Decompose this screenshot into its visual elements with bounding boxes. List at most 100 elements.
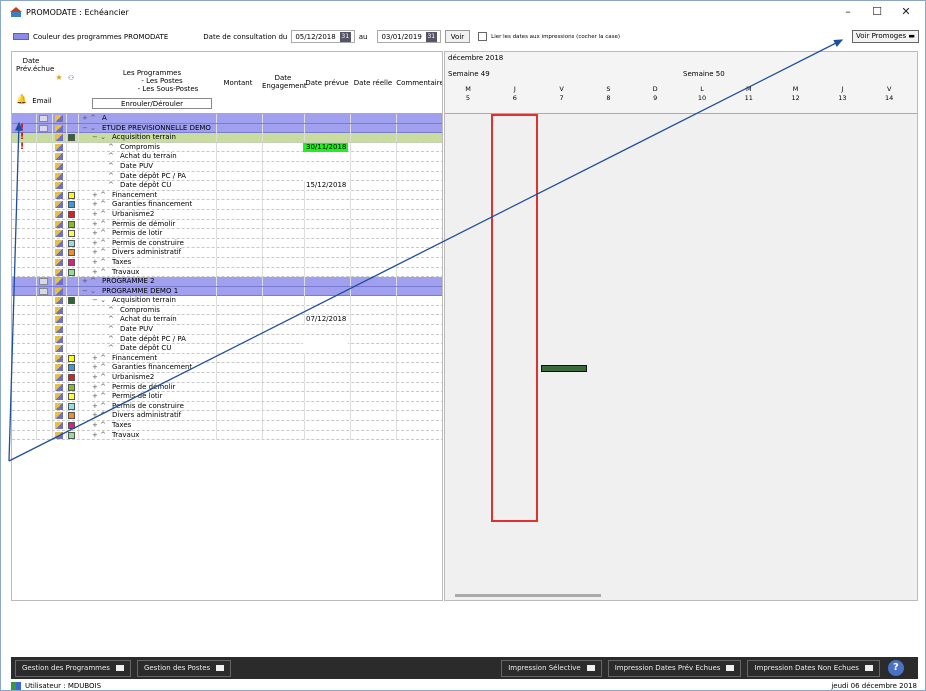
date-prevue-cell[interactable] bbox=[303, 402, 348, 411]
date-prevue-cell[interactable] bbox=[303, 220, 348, 229]
contacts-icon[interactable] bbox=[55, 431, 63, 439]
table-row[interactable]: ^ Date PUV bbox=[12, 325, 442, 335]
contacts-icon[interactable] bbox=[55, 383, 63, 391]
date-prevue-cell[interactable] bbox=[303, 383, 348, 392]
expand-toggle[interactable]: ^ bbox=[108, 143, 114, 152]
contacts-icon[interactable] bbox=[55, 326, 63, 334]
expand-toggle[interactable]: + ^ bbox=[92, 239, 106, 248]
expand-toggle[interactable]: + ^ bbox=[92, 363, 106, 372]
contacts-icon[interactable] bbox=[55, 239, 63, 247]
table-row[interactable]: + ^ Permis de lotir bbox=[12, 229, 442, 239]
expand-toggle[interactable]: + ^ bbox=[92, 229, 106, 238]
expand-toggle[interactable]: + ^ bbox=[92, 191, 106, 200]
expand-toggle[interactable]: + ^ bbox=[92, 248, 106, 257]
date-prevue-cell[interactable] bbox=[303, 210, 348, 219]
impression-prev-echues-button[interactable]: Impression Dates Prév Echues bbox=[607, 659, 742, 677]
date-prevue-cell[interactable] bbox=[303, 133, 348, 142]
table-row[interactable]: + ^ Taxes bbox=[12, 257, 442, 268]
table-row[interactable]: + ^ Financement bbox=[12, 190, 442, 201]
expand-toggle[interactable]: ^ bbox=[108, 315, 114, 324]
date-prevue-cell[interactable] bbox=[303, 363, 348, 372]
expand-toggle[interactable]: − ⌄ bbox=[82, 287, 96, 296]
help-icon[interactable]: ? bbox=[887, 660, 904, 676]
table-row[interactable]: + ^ Garanties financement bbox=[12, 200, 442, 210]
table-row[interactable]: + ^ PROGRAMME 2 bbox=[12, 277, 442, 287]
gantt-horizontal-scrollbar[interactable] bbox=[445, 590, 917, 600]
gantt-bar-achat-terrain[interactable] bbox=[541, 365, 587, 372]
date-prevue-cell[interactable] bbox=[303, 431, 348, 440]
table-row[interactable]: ! − ⌄ ETUDE PREVISIONNELLE DEMO bbox=[12, 123, 442, 134]
date-prevue-cell[interactable] bbox=[303, 161, 348, 171]
impression-selective-button[interactable]: Impression Sélective bbox=[501, 659, 602, 677]
scrollbar-thumb[interactable] bbox=[455, 594, 601, 597]
date-from-field[interactable]: 05/12/2018 31 bbox=[291, 30, 355, 43]
table-row[interactable]: + ^ Urbanisme2 bbox=[12, 373, 442, 383]
montant-header[interactable]: Montant bbox=[216, 79, 260, 87]
date-prevue-cell[interactable] bbox=[303, 258, 348, 267]
date-prevue-cell[interactable] bbox=[303, 296, 348, 305]
contacts-icon[interactable] bbox=[55, 210, 63, 218]
contacts-icon[interactable] bbox=[55, 134, 63, 142]
contacts-icon[interactable] bbox=[55, 278, 63, 286]
expand-toggle[interactable]: + ^ bbox=[82, 277, 96, 286]
expand-toggle[interactable]: ^ bbox=[108, 152, 114, 161]
table-row[interactable]: + ^ Divers administratif bbox=[12, 411, 442, 421]
date-prevue-cell[interactable] bbox=[303, 114, 348, 123]
date-reelle-header[interactable]: Date réelle bbox=[350, 79, 396, 87]
date-prevue-cell[interactable] bbox=[303, 239, 348, 248]
date-prevue-cell[interactable] bbox=[303, 325, 348, 335]
expand-toggle[interactable]: + ^ bbox=[82, 114, 96, 123]
expand-toggle[interactable]: + ^ bbox=[92, 258, 106, 267]
table-row[interactable]: + ^ Permis de démolir bbox=[12, 382, 442, 393]
contacts-icon[interactable] bbox=[55, 268, 63, 276]
expand-toggle[interactable]: + ^ bbox=[92, 220, 106, 229]
table-row[interactable]: + ^ A bbox=[12, 114, 442, 124]
date-prevue-cell[interactable] bbox=[303, 152, 348, 162]
contacts-icon[interactable] bbox=[55, 364, 63, 372]
table-row[interactable]: + ^ Travaux bbox=[12, 267, 442, 278]
contacts-icon[interactable] bbox=[55, 297, 63, 305]
expand-toggle[interactable]: + ^ bbox=[92, 402, 106, 411]
expand-toggle[interactable]: ^ bbox=[108, 325, 114, 334]
table-row[interactable]: + ^ Permis de construire bbox=[12, 401, 442, 412]
date-prevue-cell[interactable] bbox=[303, 411, 348, 420]
table-row[interactable]: ^ Date dépôt PC / PA bbox=[12, 334, 442, 345]
date-prevue-header[interactable]: Date prévue bbox=[304, 79, 350, 87]
expand-toggle[interactable]: + ^ bbox=[92, 268, 106, 277]
table-row[interactable]: + ^ Urbanisme2 bbox=[12, 209, 442, 220]
table-row[interactable]: − ⌄ Acquisition terrain bbox=[12, 296, 442, 306]
date-prevue-cell[interactable] bbox=[303, 334, 348, 344]
contacts-icon[interactable] bbox=[55, 201, 63, 209]
date-prevue-cell[interactable]: 30/11/2018 bbox=[303, 142, 348, 152]
date-prevue-cell[interactable] bbox=[303, 229, 348, 238]
voir-promoges-button[interactable]: Voir Promoges ▬ bbox=[852, 30, 920, 43]
date-prevue-cell[interactable] bbox=[303, 277, 348, 286]
programme-badge-icon[interactable] bbox=[39, 124, 48, 132]
minimize-button[interactable]: – bbox=[841, 5, 855, 19]
enrouler-derouler-button[interactable]: Enrouler/Dérouler bbox=[92, 98, 212, 109]
table-row[interactable]: + ^ Divers administratif bbox=[12, 248, 442, 258]
table-row[interactable]: ^ Achat du terrain bbox=[12, 152, 442, 162]
gestion-programmes-button[interactable]: Gestion des Programmes bbox=[15, 659, 131, 677]
contacts-icon[interactable] bbox=[55, 258, 63, 266]
expand-toggle[interactable]: ^ bbox=[108, 172, 114, 181]
gestion-postes-button[interactable]: Gestion des Postes bbox=[136, 659, 232, 677]
table-row[interactable]: ! ^ Compromis 30/11/2018 bbox=[12, 142, 442, 153]
table-row[interactable]: + ^ Travaux bbox=[12, 430, 442, 441]
calendar-icon[interactable]: 31 bbox=[425, 31, 437, 42]
contacts-icon[interactable] bbox=[55, 153, 63, 161]
date-prev-header[interactable]: Date Prév.échue bbox=[16, 57, 54, 73]
expand-toggle[interactable]: + ^ bbox=[92, 392, 106, 401]
date-prevue-cell[interactable] bbox=[303, 392, 348, 401]
contacts-icon[interactable] bbox=[55, 172, 63, 180]
table-row[interactable]: ^ Date dépôt CU bbox=[12, 344, 442, 354]
date-prevue-cell[interactable] bbox=[303, 421, 348, 430]
expand-toggle[interactable]: + ^ bbox=[92, 421, 106, 430]
table-row[interactable]: + ^ Taxes bbox=[12, 421, 442, 431]
voir-button[interactable]: Voir bbox=[444, 30, 471, 43]
contacts-icon[interactable] bbox=[55, 124, 63, 132]
date-prevue-cell[interactable] bbox=[303, 248, 348, 257]
contacts-icon[interactable] bbox=[55, 335, 63, 343]
contacts-icon[interactable] bbox=[55, 230, 63, 238]
contacts-icon[interactable] bbox=[55, 191, 63, 199]
